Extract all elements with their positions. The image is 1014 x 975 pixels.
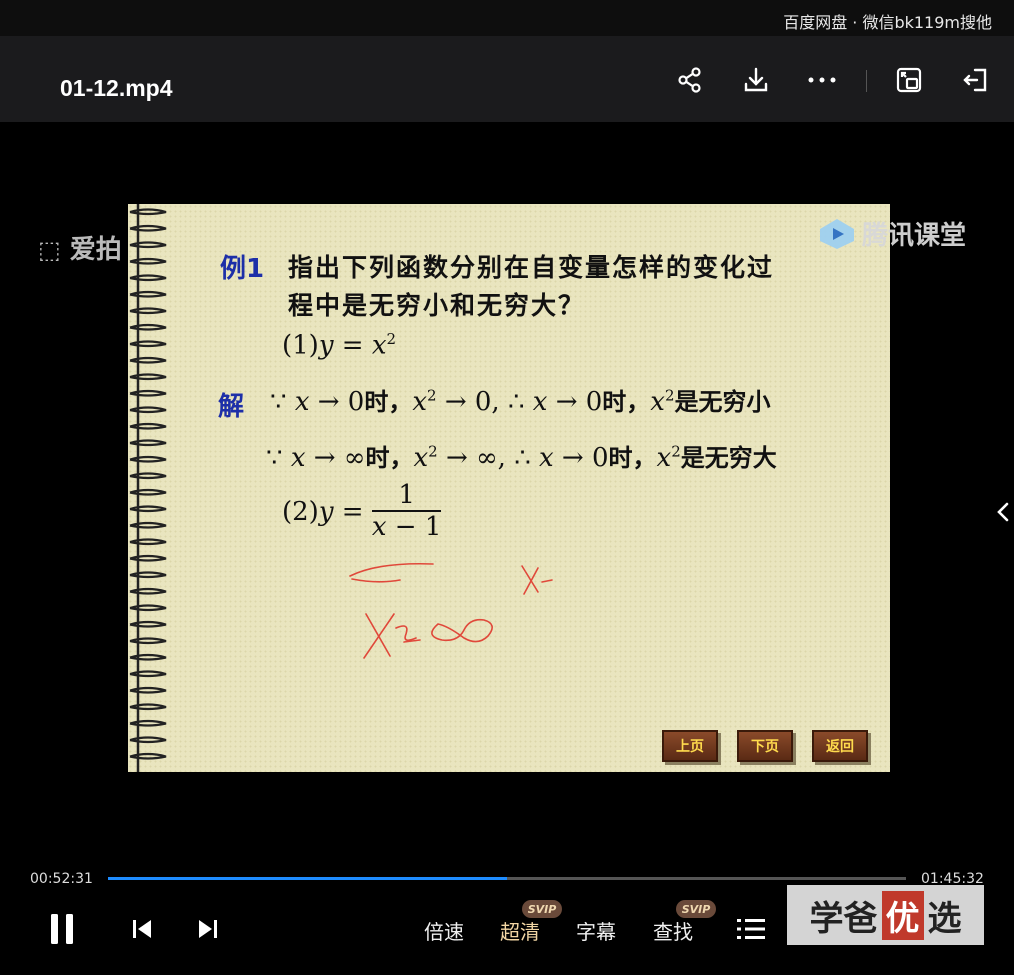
subtitle-button[interactable]: 字幕 — [576, 916, 616, 945]
example-label: 例1 — [220, 254, 265, 284]
header-divider — [866, 70, 867, 92]
player-header: 01-12.mp4 — [0, 36, 1014, 122]
video-title: 01-12.mp4 — [60, 75, 173, 101]
share-icon[interactable] — [672, 62, 708, 98]
more-icon[interactable] — [804, 62, 840, 98]
speed-button[interactable]: 倍速 — [424, 916, 464, 945]
side-panel-toggle[interactable] — [992, 494, 1014, 530]
slide-back-button[interactable]: 返回 — [812, 730, 868, 762]
lecture-slide: 例1 指出下列函数分别在自变量怎样的变化过 程中是无穷小和无穷大？ (1)y =… — [128, 204, 890, 772]
slide-next-button[interactable]: 下页 — [737, 730, 793, 762]
logo-text-c: 选 — [927, 898, 962, 939]
previous-icon — [133, 920, 151, 938]
chevron-left-icon — [997, 502, 1009, 522]
question-line-2: 程中是无穷小和无穷大？ — [288, 291, 586, 320]
solution-line-1: ∵ x → 0时，x2 → 0, ∴ x → 0时，x2是无穷小 — [270, 386, 771, 417]
logo-text-b: 优 — [881, 890, 924, 940]
collapse-panel-icon[interactable] — [957, 62, 993, 98]
tencent-classroom-icon — [820, 218, 854, 249]
question-line-1: 指出下列函数分别在自变量怎样的变化过 — [288, 253, 775, 282]
watermark-tencent-classroom: 腾讯课堂 — [818, 215, 966, 252]
solution-line-2: ∵ x → ∞时，x2 → ∞, ∴ x → 0时，x2是无穷大 — [266, 442, 777, 473]
progress-fill — [108, 877, 507, 880]
item-1-function: (1)y = x2 — [282, 330, 397, 361]
previous-button[interactable] — [124, 905, 160, 953]
search-button[interactable]: 查找 — [653, 916, 693, 945]
slide-prev-button[interactable]: 上页 — [662, 730, 718, 762]
svip-badge-search: SVIP — [676, 900, 716, 918]
item-2-function: (2)y = 1x − 1 — [282, 480, 442, 542]
top-bar: 百度网盘 · 微信bk119m搜他 — [0, 0, 1014, 36]
svip-badge-quality: SVIP — [522, 900, 562, 918]
picture-in-picture-icon[interactable] — [891, 62, 927, 98]
solution-label: 解 — [218, 392, 245, 422]
pause-icon — [51, 914, 73, 944]
current-time: 00:52:31 — [30, 871, 93, 887]
logo-overlay: 学爸 优 选 — [787, 885, 984, 945]
next-icon — [199, 920, 217, 938]
spiral-binding — [129, 204, 167, 772]
logo-text-a: 学爸 — [809, 898, 878, 939]
download-icon[interactable] — [738, 62, 774, 98]
quality-button[interactable]: 超清 — [500, 916, 540, 945]
brand-text: 百度网盘 · 微信bk119m搜他 — [783, 13, 992, 32]
next-button[interactable] — [190, 905, 226, 953]
playlist-button[interactable] — [734, 905, 768, 953]
progress-bar[interactable] — [108, 877, 906, 880]
watermark-aipai: ⬚ 爱拍 — [38, 235, 122, 265]
pause-button[interactable] — [40, 905, 84, 953]
list-icon — [737, 919, 765, 939]
handwriting-annotations — [349, 562, 553, 659]
